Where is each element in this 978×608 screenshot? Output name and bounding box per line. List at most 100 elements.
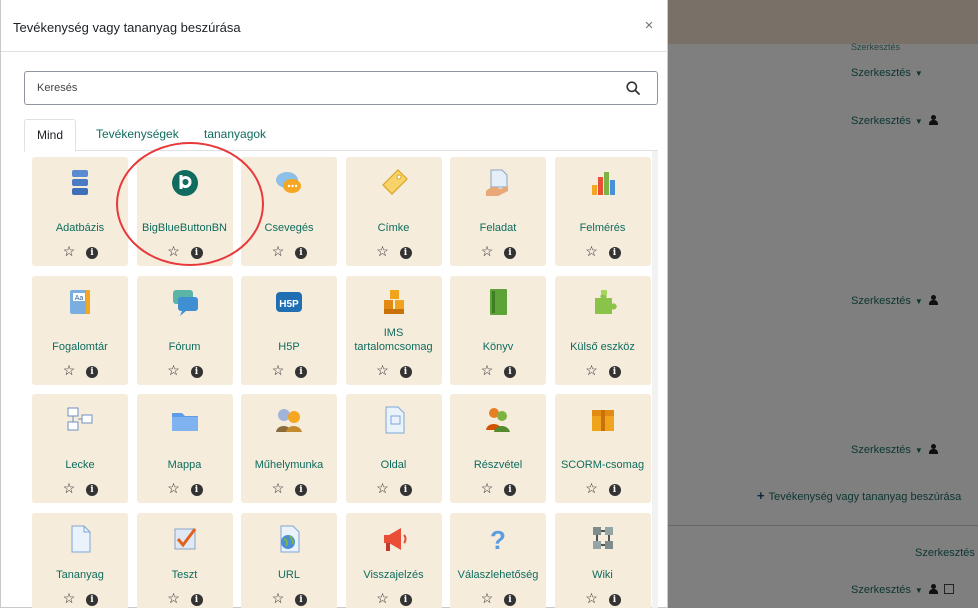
activity-tile-folder[interactable]: Mappa ☆ i bbox=[136, 394, 233, 503]
activity-tile-label: Lecke bbox=[65, 459, 95, 471]
search-icon[interactable] bbox=[626, 81, 640, 95]
star-icon[interactable]: ☆ bbox=[62, 481, 76, 496]
star-icon[interactable]: ☆ bbox=[376, 591, 390, 606]
info-icon[interactable]: i bbox=[608, 484, 621, 496]
star-icon[interactable]: ☆ bbox=[62, 363, 76, 378]
tab-all[interactable]: Mind bbox=[24, 119, 77, 152]
star-icon[interactable]: ☆ bbox=[480, 481, 494, 496]
star-icon[interactable]: ☆ bbox=[376, 363, 390, 378]
activity-tile-glossary[interactable]: Aa Fogalomtár ☆ i bbox=[32, 275, 128, 385]
search-input[interactable] bbox=[25, 72, 625, 104]
info-icon[interactable]: i bbox=[399, 247, 412, 259]
star-icon[interactable]: ☆ bbox=[376, 244, 390, 259]
activity-tile-chat[interactable]: Csevegés ☆ i bbox=[241, 157, 337, 266]
star-icon[interactable]: ☆ bbox=[585, 481, 599, 496]
tab-resources[interactable]: tananyagok bbox=[192, 119, 278, 151]
star-icon[interactable]: ☆ bbox=[167, 481, 181, 496]
activity-tile-url-globe[interactable]: URL ☆ i bbox=[241, 512, 337, 608]
star-icon[interactable]: ☆ bbox=[376, 481, 390, 496]
edit-menu-1[interactable]: Szerkesztés ▼ bbox=[851, 67, 923, 79]
activity-tile-workshop[interactable]: Műhelymunka ☆ i bbox=[241, 394, 337, 503]
activity-tile-scorm[interactable]: SCORM-csomag ☆ i bbox=[554, 394, 651, 503]
info-icon[interactable]: i bbox=[295, 484, 307, 496]
info-icon[interactable]: i bbox=[190, 365, 203, 378]
user-icon[interactable] bbox=[928, 295, 938, 305]
activity-tile-quiz[interactable]: Teszt ☆ i bbox=[136, 512, 233, 608]
activity-tile-forum[interactable]: Fórum ☆ i bbox=[136, 275, 233, 385]
close-button[interactable]: × bbox=[641, 18, 657, 34]
scorm-icon bbox=[591, 410, 614, 431]
edit-menu-partial[interactable]: Szerkesztés bbox=[851, 42, 900, 52]
activity-tile-label-tag[interactable]: Címke ☆ i bbox=[345, 157, 442, 266]
activity-tile-label: Külső eszköz bbox=[570, 340, 635, 353]
star-icon[interactable]: ☆ bbox=[62, 591, 76, 606]
user-icon[interactable] bbox=[928, 584, 938, 594]
activity-tile-book[interactable]: Könyv ☆ i bbox=[450, 275, 546, 385]
star-icon[interactable]: ☆ bbox=[271, 481, 285, 496]
info-icon[interactable]: i bbox=[504, 484, 516, 496]
edit-menu-2[interactable]: Szerkesztés ▼ bbox=[851, 115, 938, 127]
info-icon[interactable]: i bbox=[608, 365, 621, 378]
edit-menu-5[interactable]: Szerkesztés bbox=[915, 547, 975, 559]
star-icon[interactable]: ☆ bbox=[480, 244, 494, 259]
activity-tile-ims-package[interactable]: IMS tartalomcsomag ☆ i bbox=[345, 275, 442, 385]
activity-tile-assignment[interactable]: Feladat ☆ i bbox=[450, 157, 546, 266]
activity-tile-file[interactable]: Tananyag ☆ i bbox=[32, 512, 128, 608]
completion-checkbox[interactable] bbox=[943, 584, 954, 594]
edit-menu-4[interactable]: Szerkesztés ▼ bbox=[851, 444, 938, 456]
info-icon[interactable]: i bbox=[295, 593, 307, 606]
grid-scrollbar[interactable] bbox=[652, 151, 658, 608]
activity-tile-lesson[interactable]: Lecke ☆ i bbox=[32, 394, 128, 503]
info-icon[interactable]: i bbox=[190, 247, 203, 259]
caret-down-icon: ▼ bbox=[914, 297, 923, 306]
star-icon[interactable]: ☆ bbox=[271, 363, 285, 378]
info-icon[interactable]: i bbox=[86, 484, 98, 496]
star-icon[interactable]: ☆ bbox=[167, 591, 181, 606]
info-icon[interactable]: i bbox=[504, 247, 516, 259]
info-icon[interactable]: i bbox=[86, 593, 98, 606]
info-icon[interactable]: i bbox=[86, 365, 98, 378]
user-icon[interactable] bbox=[928, 444, 938, 454]
attendance-icon bbox=[486, 408, 510, 432]
star-icon[interactable]: ☆ bbox=[585, 591, 599, 606]
star-icon[interactable]: ☆ bbox=[585, 363, 599, 378]
info-icon[interactable]: i bbox=[295, 247, 307, 259]
star-icon[interactable]: ☆ bbox=[62, 244, 76, 259]
activity-tile-label: Válaszlehetőség bbox=[457, 568, 539, 581]
activity-tile-survey-chart[interactable]: Felmérés ☆ i bbox=[554, 157, 651, 266]
info-icon[interactable]: i bbox=[504, 365, 516, 378]
info-icon[interactable]: i bbox=[608, 593, 621, 606]
tile-actions: ☆ i bbox=[32, 243, 128, 259]
info-icon[interactable]: i bbox=[190, 484, 203, 496]
star-icon[interactable]: ☆ bbox=[480, 591, 494, 606]
info-icon[interactable]: i bbox=[295, 365, 307, 378]
activity-tile-attendance[interactable]: Részvétel ☆ i bbox=[450, 394, 546, 503]
plus-icon: + bbox=[757, 488, 765, 503]
add-activity-link[interactable]: + Tevékenység vagy tananyag beszúrása bbox=[757, 488, 961, 503]
activity-tile-feedback-megaphone[interactable]: Visszajelzés ☆ i bbox=[345, 512, 442, 608]
info-icon[interactable]: i bbox=[399, 593, 412, 606]
star-icon[interactable]: ☆ bbox=[480, 363, 494, 378]
star-icon[interactable]: ☆ bbox=[167, 363, 181, 378]
star-icon[interactable]: ☆ bbox=[271, 591, 285, 606]
edit-menu-6[interactable]: Szerkesztés ▼ bbox=[851, 584, 954, 596]
activity-tile-wiki[interactable]: Wiki ☆ i bbox=[554, 512, 651, 608]
activity-tile-bigbluebutton[interactable]: BigBlueButtonBN ☆ i bbox=[136, 157, 233, 266]
info-icon[interactable]: i bbox=[399, 365, 412, 378]
info-icon[interactable]: i bbox=[608, 247, 621, 259]
user-icon[interactable] bbox=[928, 115, 938, 125]
info-icon[interactable]: i bbox=[399, 484, 412, 496]
activity-tile-database[interactable]: Adatbázis ☆ i bbox=[32, 157, 128, 266]
edit-menu-3[interactable]: Szerkesztés ▼ bbox=[851, 295, 938, 307]
star-icon[interactable]: ☆ bbox=[167, 244, 181, 259]
activity-tile-choice-question[interactable]: ? Válaszlehetőség ☆ i bbox=[450, 512, 546, 608]
activity-tile-h5p[interactable]: H5P H5P ☆ i bbox=[241, 275, 337, 385]
star-icon[interactable]: ☆ bbox=[271, 244, 285, 259]
info-icon[interactable]: i bbox=[86, 247, 98, 259]
activity-tile-puzzle[interactable]: Külső eszköz ☆ i bbox=[554, 275, 651, 385]
star-icon[interactable]: ☆ bbox=[585, 244, 599, 259]
activity-tile-page[interactable]: Oldal ☆ i bbox=[345, 394, 442, 503]
info-icon[interactable]: i bbox=[504, 593, 516, 606]
tab-activities[interactable]: Tevékenységek bbox=[84, 119, 191, 151]
info-icon[interactable]: i bbox=[190, 593, 203, 606]
